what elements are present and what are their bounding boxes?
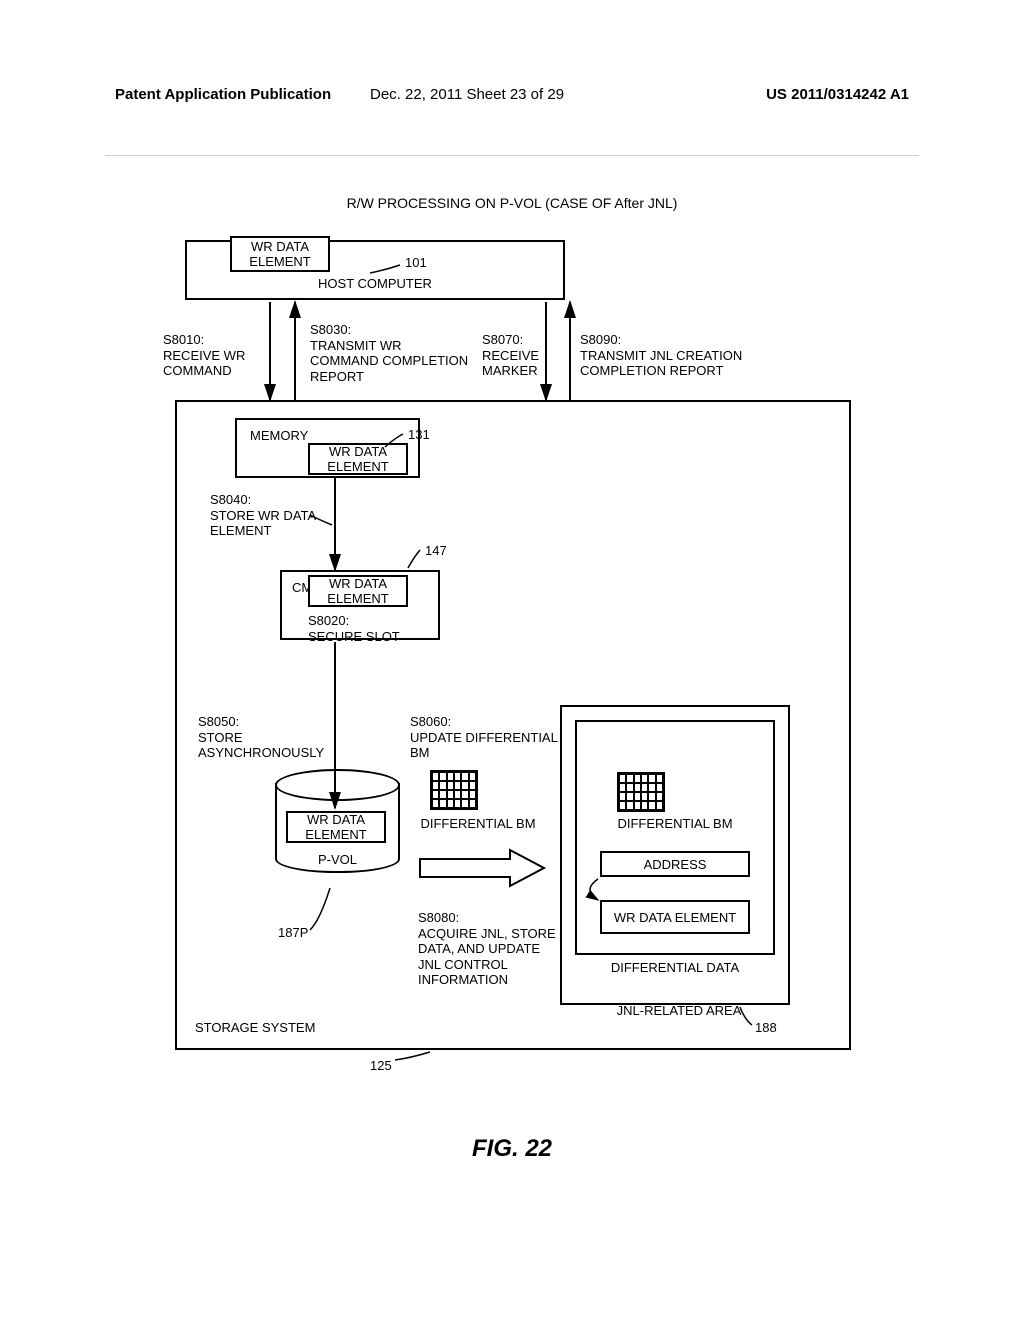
diagram-title: R/W PROCESSING ON P-VOL (CASE OF After J… (0, 195, 1024, 211)
host-computer-label: HOST COMPUTER (185, 276, 565, 292)
step-s8050: S8050: STORE ASYNCHRONOUSLY (198, 714, 363, 761)
address-box: ADDRESS (600, 851, 750, 877)
step-s8030: S8030: TRANSMIT WR COMMAND COMPLETION RE… (310, 322, 470, 384)
step-s8020: S8020: SECURE SLOT (308, 613, 428, 644)
wr-data-element-jnl: WR DATA ELEMENT (600, 900, 750, 934)
differential-bm-grid-right (617, 772, 665, 812)
ref-188: 188 (755, 1020, 777, 1036)
differential-bm-grid-left (430, 770, 478, 810)
ref-101: 101 (405, 255, 427, 271)
ref-147: 147 (425, 543, 447, 559)
header-left: Patent Application Publication (115, 86, 331, 103)
differential-bm-label-right: DIFFERENTIAL BM (590, 816, 760, 832)
header-right: US 2011/0314242 A1 (766, 86, 909, 103)
ref-187p: 187P (278, 925, 308, 941)
ref-131: 131 (408, 427, 430, 443)
step-s8070: S8070: RECEIVE MARKER (482, 332, 572, 379)
pvol-label: P-VOL (318, 852, 357, 868)
differential-bm-label-left: DIFFERENTIAL BM (418, 816, 538, 832)
wr-data-element-cm: WR DATA ELEMENT (308, 575, 408, 607)
wr-data-element-pvol: WR DATA ELEMENT (286, 811, 386, 843)
step-s8090: S8090: TRANSMIT JNL CREATION COMPLETION … (580, 332, 780, 379)
differential-data-label: DIFFERENTIAL DATA (575, 960, 775, 976)
figure-label: FIG. 22 (0, 1135, 1024, 1163)
step-s8010: S8010: RECEIVE WR COMMAND (163, 332, 265, 379)
memory-label: MEMORY (250, 428, 308, 444)
ref-125: 125 (370, 1058, 392, 1074)
step-s8080: S8080: ACQUIRE JNL, STORE DATA, AND UPDA… (418, 910, 558, 988)
page: Patent Application Publication Dec. 22, … (0, 0, 1024, 1320)
wr-data-element-memory: WR DATA ELEMENT (308, 443, 408, 475)
jnl-related-area-label: JNL-RELATED AREA (564, 1003, 794, 1019)
storage-system-label: STORAGE SYSTEM (195, 1020, 315, 1036)
step-s8040: S8040: STORE WR DATA ELEMENT (210, 492, 345, 539)
step-s8060: S8060: UPDATE DIFFERENTIAL BM (410, 714, 570, 761)
header-mid: Dec. 22, 2011 Sheet 23 of 29 (370, 86, 564, 103)
wr-data-element-host: WR DATA ELEMENT (230, 236, 330, 272)
divider (105, 155, 919, 156)
